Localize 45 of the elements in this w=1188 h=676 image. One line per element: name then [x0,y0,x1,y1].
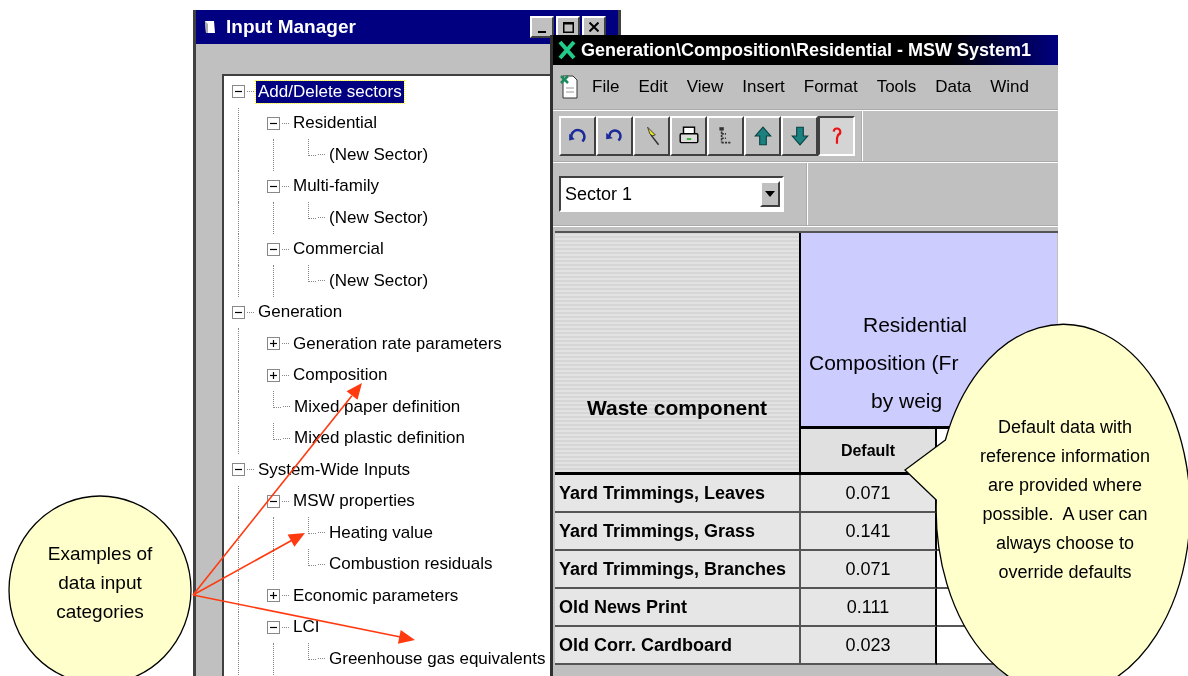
tree-item[interactable]: Mixed paper definition [292,395,463,418]
table-cell: 0.071 [801,475,937,513]
menu-item[interactable]: Edit [638,77,668,97]
column-subheader: Default [801,429,937,475]
tree-item[interactable]: MSW properties [291,490,417,513]
tree-item[interactable]: Residential [291,112,380,135]
table-cell: 0.071 [801,551,937,589]
menu-item[interactable]: Tools [876,77,917,97]
menu-item[interactable]: File [592,77,620,97]
tree-item[interactable]: (New Sector) [327,143,431,166]
menu-item[interactable]: Format [803,77,858,97]
menu-item[interactable]: Wind [990,77,1029,97]
table-cell: Old News Print [555,589,801,627]
table-cell: Yard Trimmings, Leaves [555,475,801,513]
tree-item[interactable]: Composition [291,364,390,387]
tree-item[interactable]: (New Sector) [327,206,431,229]
table-cell: Old Corr. Cardboard [555,627,801,665]
table-cell: 0.141 [801,513,937,551]
tree-item[interactable]: Economic parameters [291,584,461,607]
tree-item[interactable]: Multi-family [291,175,381,198]
table-cell: 0.111 [801,589,937,627]
window-title: Input Manager [226,16,356,38]
column-header-line: by weig [871,388,943,414]
tree-item[interactable]: Add/Delete sectors [256,80,404,103]
table-cell: 0.023 [801,627,937,665]
sector-dropdown[interactable]: Sector 1 [559,176,784,212]
table-cell: Yard Trimmings, Branches [555,551,801,589]
callout-text: Default data with reference information are provided where possible. A user can always choose to override defaults [978,416,1152,584]
tree-item[interactable]: Generation [256,301,345,324]
menu-item[interactable]: View [686,77,724,97]
menu-item[interactable]: Insert [742,77,785,97]
menu-item[interactable]: Data [935,77,972,97]
callout-text: Examples of data input categories [46,541,154,624]
tree-item[interactable]: Commercial [291,238,386,261]
column-header-line: Residential [863,312,967,338]
tree-item[interactable]: Greenhouse gas equivalents [327,647,548,670]
window-title: Generation\Composition\Residential - MSW System1 [581,39,1032,61]
tree-item[interactable]: (New Sector) [327,269,431,292]
table-cell: Yard Trimmings, Grass [555,513,801,551]
column-header: Waste component [555,233,801,475]
tree-item[interactable]: LCI [291,616,322,639]
column-header-line: Composition (Fr [809,350,959,376]
tree-item[interactable]: Combustion residuals [327,553,495,576]
tree-item[interactable]: Heating value [327,521,435,544]
tree-item[interactable]: Generation rate parameters [291,332,504,355]
